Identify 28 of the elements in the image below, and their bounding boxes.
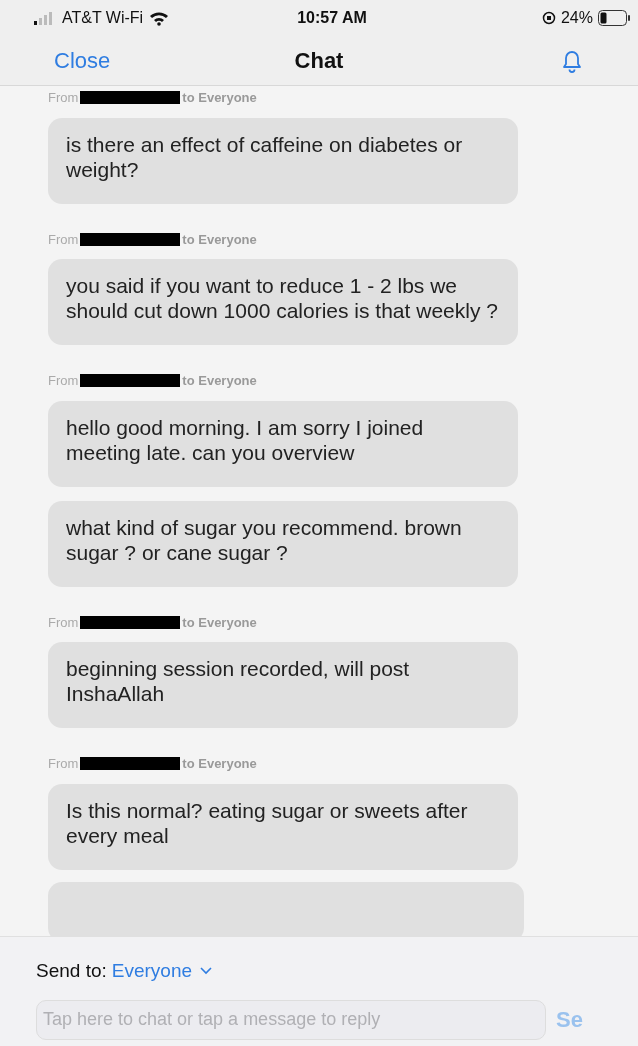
rotation-lock-icon	[541, 11, 556, 25]
message-bubble[interactable]: Is this normal? eating sugar or sweets after every meal	[48, 783, 518, 870]
battery-icon	[598, 10, 630, 26]
recipient-label: to Everyone	[182, 89, 257, 107]
chat-input-field[interactable]: Tap here to chat or tap a message to reply	[36, 999, 546, 1040]
recipient-dropdown[interactable]: Everyone	[111, 957, 213, 986]
battery-percent: 24%	[560, 8, 593, 28]
sender-label: From	[48, 613, 79, 632]
recipient-label: to Everyone	[182, 372, 257, 390]
message-bubble[interactable]: what kind of sugar you recommend. brown sugar ? or cane sugar ?	[48, 500, 518, 587]
chevron-down-icon	[200, 967, 213, 976]
wifi-icon	[149, 10, 170, 26]
close-button[interactable]: Close	[54, 44, 111, 77]
status-time: 10:57 AM	[297, 8, 367, 28]
carrier-name: AT&T Wi-Fi	[62, 8, 144, 28]
message-bubble[interactable]: beginning session recorded, will post InshaAllah	[48, 642, 518, 728]
message-bubble[interactable]: is there an effect of caffeine on diabetes or weight?	[48, 117, 518, 204]
send-to-label: Send to:	[36, 959, 107, 983]
recipient-label: to Everyone	[182, 613, 257, 632]
sender-label: From	[48, 89, 79, 107]
message-bubble[interactable]: hello good morning. I am sorry I joined meeting late. can you overview	[48, 400, 518, 487]
chat-title: Chat	[294, 47, 344, 75]
sender-label: From	[48, 230, 79, 249]
recipient-label: to Everyone	[182, 230, 257, 249]
message-bubble[interactable]: you said if you want to reduce 1 - 2 lbs we should cut down 1000 calories is that weekly ?	[48, 259, 518, 345]
recipient-label: to Everyone	[182, 755, 257, 773]
sender-label: From	[48, 755, 79, 773]
sender-label: From	[48, 372, 79, 390]
